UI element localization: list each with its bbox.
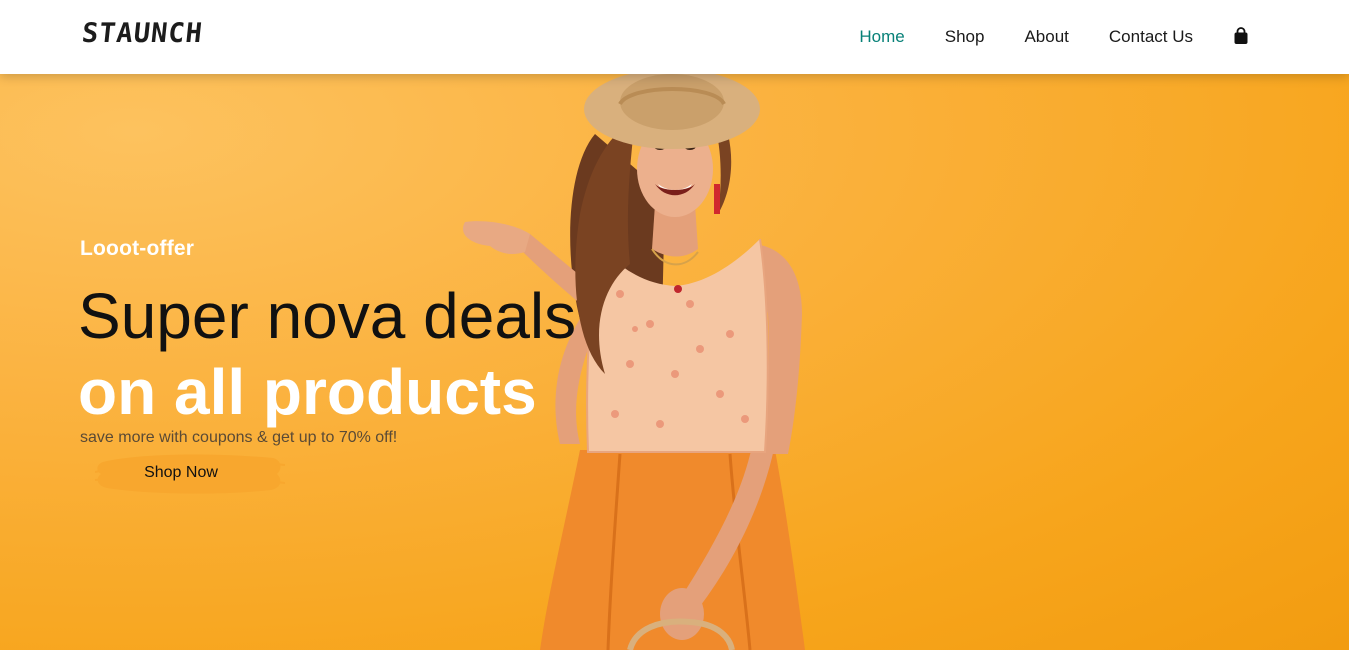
shop-now-label: Shop Now — [144, 464, 218, 481]
page: STAUNCH Home Shop About Contact Us Looot… — [0, 0, 1349, 650]
nav-contact-link[interactable]: Contact Us — [1109, 26, 1193, 48]
shopping-bag-icon[interactable] — [1233, 27, 1249, 45]
hero-headline-line2: on all products — [78, 356, 537, 428]
nav-shop-link[interactable]: Shop — [945, 26, 985, 48]
hero-headline-line1: Super nova deals — [78, 280, 577, 352]
site-header: STAUNCH Home Shop About Contact Us — [0, 0, 1349, 74]
main-nav: Home Shop About Contact Us — [819, 26, 1249, 48]
hero-banner: Looot-offer Super nova deals on all prod… — [0, 74, 1349, 650]
nav-home-link[interactable]: Home — [859, 26, 904, 48]
hero-subtitle: Looot-offer — [80, 237, 195, 260]
hero-tagline: save more with coupons & get up to 70% o… — [80, 429, 398, 446]
shop-now-button[interactable]: Shop Now — [95, 450, 285, 496]
nav-about-link[interactable]: About — [1024, 26, 1068, 48]
brand-logo[interactable]: STAUNCH — [80, 18, 204, 49]
